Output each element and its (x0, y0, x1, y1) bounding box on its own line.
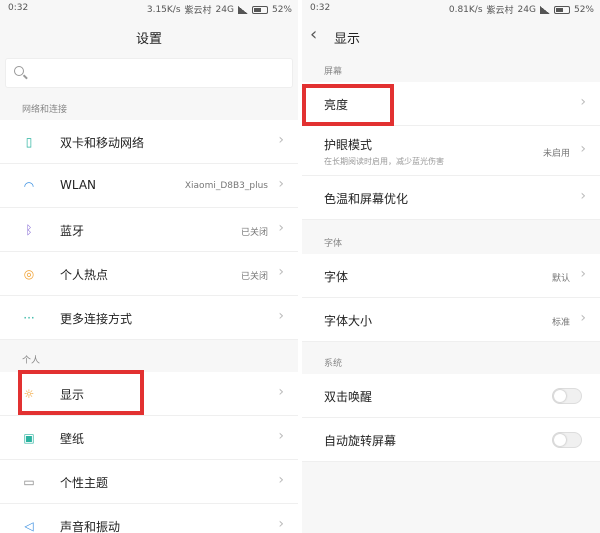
chevron-right-icon: › (278, 472, 284, 488)
hotspot-status: 已关闭 (240, 272, 268, 282)
list-item-auto-rotate[interactable]: 自动旋转屏幕 (302, 418, 600, 462)
page-title: 设置 (135, 32, 162, 47)
chevron-right-icon: › (278, 428, 284, 444)
list-item-sound[interactable]: ◁ 声音和振动 › (0, 504, 298, 533)
status-bar: 0:32 3.15K/s 紫云村 24G 52% (0, 0, 298, 18)
chevron-right-icon: › (580, 266, 586, 282)
list-item-label: 字体 (324, 270, 349, 284)
chevron-right-icon: › (580, 188, 586, 204)
chevron-right-icon: › (278, 384, 284, 400)
chevron-right-icon: › (278, 516, 284, 532)
bluetooth-status: 已关闭 (240, 228, 268, 238)
carrier-label: 紫云村 (486, 6, 514, 16)
wallpaper-icon: ▣ (23, 431, 35, 445)
chevron-right-icon: › (580, 310, 586, 326)
list-item-label: 蓝牙 (60, 224, 85, 238)
list-item-label: 双击唤醒 (324, 390, 373, 404)
list-item-eye-care[interactable]: 护眼模式 在长期阅读时启用，减少蓝光伤害 未启用 › (302, 126, 600, 176)
search-input[interactable] (5, 58, 293, 88)
title-bar: 设置 (0, 18, 298, 54)
section-screen: 屏幕 (324, 67, 343, 77)
status-time: 0:32 (310, 3, 331, 13)
chevron-right-icon: › (278, 132, 284, 148)
status-icons: 3.15K/s 紫云村 24G 52% (146, 3, 292, 17)
hotspot-icon: ◎ (23, 267, 35, 281)
settings-screen: 0:32 3.15K/s 紫云村 24G 52% 设置 网络和连接 ▯ 双卡和移… (0, 0, 298, 533)
list-item-label: 字体大小 (324, 314, 373, 328)
status-time: 0:32 (8, 3, 29, 13)
status-bar: 0:32 0.81K/s 紫云村 24G 52% (302, 0, 600, 18)
list-item-subtitle: 在长期阅读时启用，减少蓝光伤害 (324, 157, 444, 166)
list-item-label: 更多连接方式 (60, 312, 133, 326)
section-network: 网络和连接 (22, 105, 68, 115)
page-title: 显示 (334, 32, 361, 47)
search-icon (14, 66, 24, 76)
auto-rotate-toggle[interactable] (552, 432, 582, 448)
wifi-icon: ◠ (23, 179, 35, 193)
status-icons: 0.81K/s 紫云村 24G 52% (448, 3, 594, 17)
section-font: 字体 (324, 239, 343, 249)
chevron-right-icon: › (580, 94, 586, 110)
chevron-right-icon: › (278, 176, 284, 192)
chevron-right-icon: › (278, 264, 284, 280)
list-item-label: 个人热点 (60, 268, 109, 282)
eye-care-status: 未启用 (542, 149, 570, 159)
list-item-label: 色温和屏幕优化 (324, 192, 409, 206)
theme-icon: ▭ (23, 475, 35, 489)
net-speed: 3.15K/s (146, 4, 181, 15)
list-item-label: WLAN (60, 178, 97, 192)
list-item-label: 护眼模式 (324, 138, 373, 152)
list-item-label: 壁纸 (60, 432, 85, 446)
title-bar: ‹ 显示 (302, 18, 600, 54)
list-item-label: 声音和振动 (60, 520, 121, 533)
highlight-box-display (18, 370, 144, 415)
section-personal: 个人 (22, 356, 41, 366)
net-speed: 0.81K/s (448, 4, 483, 15)
list-item-wallpaper[interactable]: ▣ 壁纸 › (0, 416, 298, 460)
sim-card-icon: ▯ (25, 135, 33, 149)
more-dots-icon: ··· (23, 311, 35, 325)
list-item-font[interactable]: 字体 默认 › (302, 254, 600, 298)
list-item-wlan[interactable]: ◠ WLAN Xiaomi_D8B3_plus › (0, 164, 298, 208)
speaker-icon: ◁ (24, 519, 34, 533)
font-value: 默认 (551, 274, 570, 284)
wifi-network-name: Xiaomi_D8B3_plus (184, 181, 268, 191)
list-item-label: 双卡和移动网络 (60, 136, 145, 150)
battery-icon (553, 5, 570, 14)
list-item-label: 个性主题 (60, 476, 109, 490)
double-tap-wake-toggle[interactable] (552, 388, 582, 404)
network-label: 24G (517, 4, 536, 15)
list-item-more-connections[interactable]: ··· 更多连接方式 › (0, 296, 298, 340)
list-item-double-tap-wake[interactable]: 双击唤醒 (302, 374, 600, 418)
network-label: 24G (215, 4, 234, 15)
chevron-right-icon: › (580, 141, 586, 157)
carrier-label: 紫云村 (184, 6, 212, 16)
list-item-bluetooth[interactable]: ᛒ 蓝牙 已关闭 › (0, 208, 298, 252)
list-item-label: 自动旋转屏幕 (324, 434, 397, 448)
battery-level: 52% (271, 4, 292, 15)
highlight-box-brightness (302, 84, 394, 126)
bluetooth-icon: ᛒ (25, 223, 33, 237)
list-item-hotspot[interactable]: ◎ 个人热点 已关闭 › (0, 252, 298, 296)
section-system: 系统 (324, 359, 343, 369)
chevron-right-icon: › (278, 308, 284, 324)
chevron-right-icon: › (278, 220, 284, 236)
back-arrow-icon[interactable]: ‹ (310, 24, 317, 45)
list-item-color-temperature[interactable]: 色温和屏幕优化 › (302, 176, 600, 220)
battery-level: 52% (573, 4, 594, 15)
list-item-themes[interactable]: ▭ 个性主题 › (0, 460, 298, 504)
list-item-font-size[interactable]: 字体大小 标准 › (302, 298, 600, 342)
font-size-value: 标准 (551, 318, 570, 328)
list-item-dual-sim[interactable]: ▯ 双卡和移动网络 › (0, 120, 298, 164)
battery-icon (251, 5, 268, 14)
display-settings-screen: 0:32 0.81K/s 紫云村 24G 52% ‹ 显示 屏幕 亮度 › 护眼… (302, 0, 600, 533)
signal-icon (237, 5, 248, 14)
signal-icon (539, 5, 550, 14)
